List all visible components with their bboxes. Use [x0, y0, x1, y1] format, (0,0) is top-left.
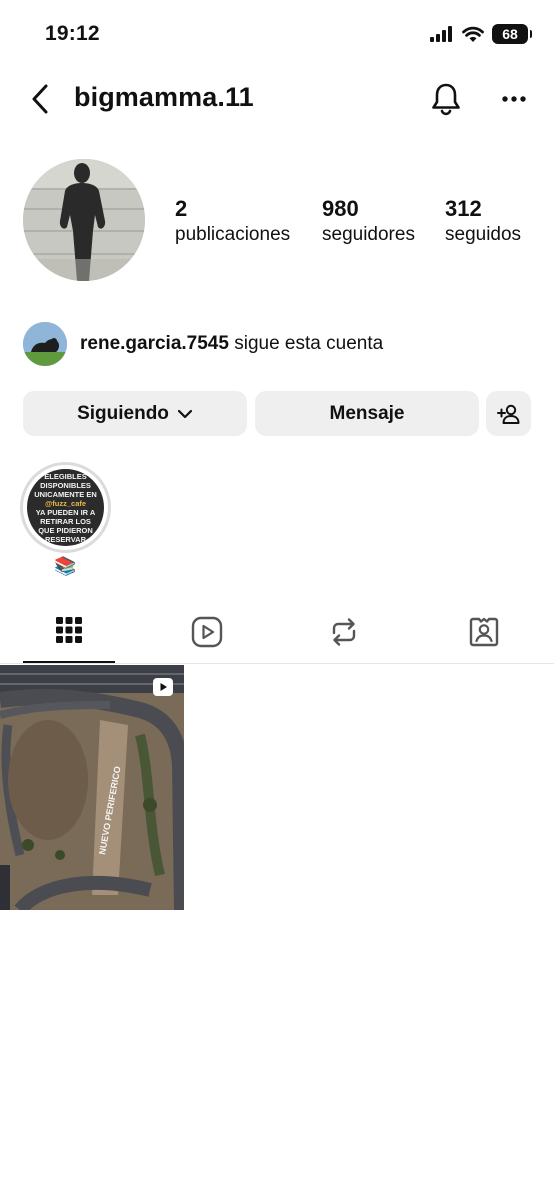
- tab-grid[interactable]: [23, 608, 115, 664]
- wifi-icon: [462, 26, 484, 42]
- status-icons: 68: [430, 24, 532, 44]
- add-person-icon: [496, 404, 519, 424]
- stat-posts[interactable]: 2 publicaciones: [175, 196, 290, 248]
- profile-avatar[interactable]: [23, 159, 145, 281]
- mutual-follower-username: rene.garcia.7545: [80, 333, 229, 354]
- mutual-follower-text: rene.garcia.7545 sigue esta cuenta: [80, 333, 383, 355]
- mutual-follower-row[interactable]: rene.garcia.7545 sigue esta cuenta: [23, 322, 383, 366]
- tab-reels[interactable]: [161, 608, 253, 664]
- stat-followers-label: seguidores: [322, 224, 415, 245]
- status-time: 19:12: [45, 22, 100, 45]
- tab-tagged[interactable]: [438, 608, 530, 664]
- status-bar: 19:12 68: [0, 0, 554, 70]
- chevron-down-icon: [177, 409, 193, 418]
- bell-icon: [432, 83, 460, 116]
- grid-icon: [56, 617, 82, 643]
- mutual-follower-suffix: sigue esta cuenta: [234, 333, 384, 354]
- story-highlight[interactable]: ELEGIBLES DISPONIBLES UNICAMENTE EN @fuz…: [20, 462, 111, 553]
- highlight-cover-line: DISPONIBLES: [40, 480, 91, 490]
- stat-following[interactable]: 312 seguidos: [445, 196, 521, 248]
- highlight-cover-line: RETIRAR LOS: [40, 516, 91, 526]
- highlight-cover-line: YA PUEDEN IR A: [35, 507, 96, 517]
- battery-level: 68: [502, 26, 518, 42]
- reposts-icon: [332, 618, 356, 646]
- highlight-label: 📚: [54, 556, 77, 576]
- highlight-cover-line: RESERVAR: [45, 534, 86, 544]
- stat-following-label: seguidos: [445, 224, 522, 245]
- mutual-avatar-photo: [23, 322, 67, 366]
- highlight-cover: ELEGIBLES DISPONIBLES UNICAMENTE EN @fuz…: [27, 469, 104, 546]
- more-options-button[interactable]: [496, 84, 532, 114]
- highlight-cover-line: ELEGIBLES: [44, 471, 87, 481]
- stat-followers-count: 980: [322, 196, 359, 221]
- following-button[interactable]: Siguiendo: [23, 391, 247, 436]
- reel-badge-icon: [153, 678, 173, 696]
- profile-tabs: [0, 608, 554, 664]
- active-tab-indicator: [23, 661, 115, 663]
- message-button[interactable]: Mensaje: [255, 391, 479, 436]
- highlight-cover-line: UNICAMENTE EN: [34, 489, 97, 499]
- notifications-button[interactable]: [428, 80, 464, 118]
- post-thumbnail[interactable]: NUEVO PERIFERICO: [0, 665, 184, 910]
- aerial-map-image: NUEVO PERIFERICO: [0, 665, 184, 910]
- stat-posts-label: publicaciones: [175, 224, 291, 245]
- stat-posts-count: 2: [175, 196, 188, 221]
- more-icon: [502, 96, 526, 102]
- cellular-signal-icon: [430, 26, 452, 42]
- stat-followers[interactable]: 980 seguidores: [322, 196, 415, 248]
- profile-header: bigmamma.11: [0, 78, 554, 120]
- message-button-label: Mensaje: [329, 402, 405, 424]
- stat-following-count: 312: [445, 196, 482, 221]
- profile-username: bigmamma.11: [74, 82, 254, 112]
- highlight-cover-line: QUE PIDIERON: [38, 525, 93, 535]
- tagged-icon: [469, 617, 499, 647]
- battery-icon: 68: [492, 24, 532, 44]
- back-button[interactable]: [24, 82, 56, 116]
- suggest-people-button[interactable]: [486, 391, 531, 436]
- tab-reposts[interactable]: [298, 608, 390, 664]
- mutual-follower-avatar: [23, 322, 67, 366]
- highlight-cover-line: @fuzz_cafe: [44, 498, 87, 508]
- reels-icon: [191, 616, 223, 648]
- avatar-photo: [23, 159, 145, 281]
- following-button-label: Siguiendo: [77, 402, 169, 424]
- back-chevron-icon: [32, 84, 48, 114]
